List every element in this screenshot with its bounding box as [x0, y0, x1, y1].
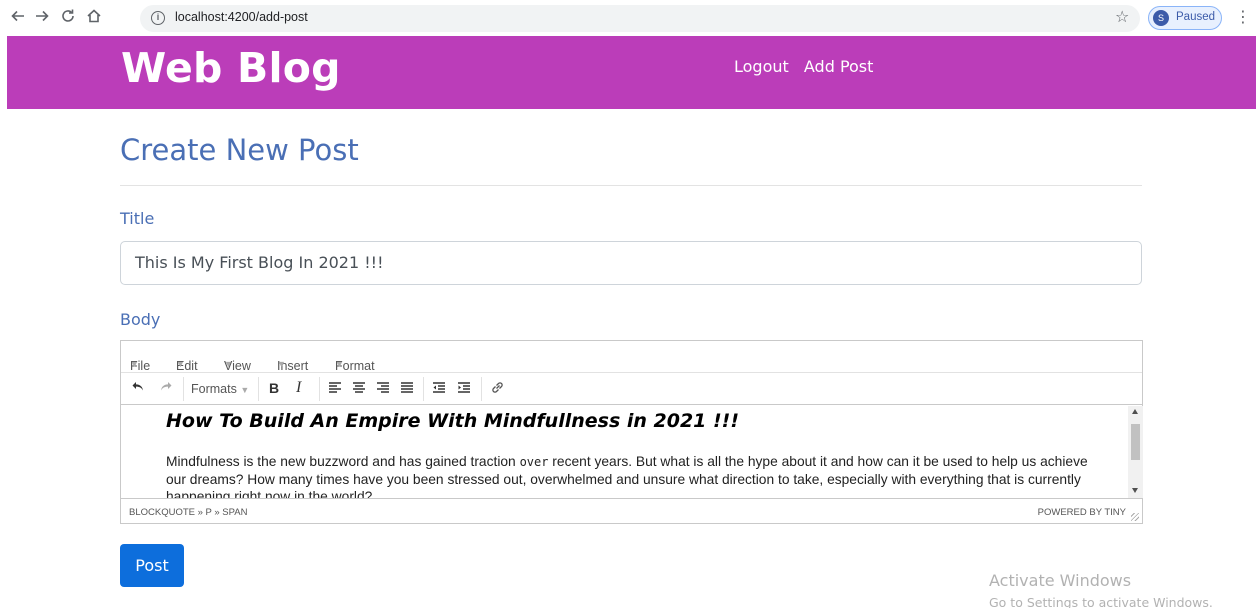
align-justify-icon[interactable] [400, 381, 414, 398]
post-button[interactable]: Post [120, 544, 184, 587]
outdent-icon[interactable] [432, 381, 446, 398]
rich-text-editor: File ▼ Edit ▼ View ▼ Insert ▼ Format ▼ F… [120, 340, 1143, 524]
toolbar-separator [183, 377, 184, 401]
formats-dropdown[interactable]: Formats ▼ [191, 382, 249, 396]
bold-icon[interactable]: B [269, 380, 279, 396]
editor-content[interactable]: How To Build An Empire With Mindfullness… [121, 406, 1128, 498]
title-input[interactable]: This Is My First Blog In 2021 !!! [120, 241, 1142, 285]
resize-handle-icon[interactable] [1131, 513, 1139, 521]
link-icon[interactable] [490, 380, 505, 398]
indent-icon[interactable] [457, 381, 471, 398]
info-icon[interactable]: i [151, 11, 165, 25]
element-path[interactable]: BLOCKQUOTE » P » SPAN [129, 507, 247, 518]
url-text[interactable]: localhost:4200/add-post [175, 10, 308, 24]
scroll-up-arrow-icon[interactable] [1132, 409, 1138, 414]
toolbar-separator [258, 377, 259, 401]
scroll-down-arrow-icon[interactable] [1132, 488, 1138, 493]
forward-arrow-icon[interactable] [32, 8, 52, 28]
body-label: Body [120, 310, 161, 329]
toolbar-separator [481, 377, 482, 401]
content-code: over [519, 455, 549, 469]
back-arrow-icon[interactable] [8, 8, 28, 28]
watermark-title: Activate Windows [989, 571, 1132, 590]
scroll-thumb[interactable] [1131, 424, 1140, 460]
align-right-icon[interactable] [376, 381, 390, 398]
avatar: S [1153, 10, 1169, 26]
add-post-link[interactable]: Add Post [804, 57, 874, 76]
editor-scrollbar[interactable] [1128, 406, 1143, 498]
profile-button[interactable]: S Paused [1148, 6, 1222, 30]
windows-activation-watermark: Activate Windows Go to Settings to activ… [989, 571, 1213, 608]
redo-icon[interactable] [159, 379, 173, 396]
title-label: Title [120, 209, 155, 228]
content-paragraph: Mindfulness is the new buzzword and has … [166, 454, 1088, 498]
toolbar-separator [319, 377, 320, 401]
address-bar[interactable]: i localhost:4200/add-post [140, 5, 1140, 32]
editor-statusbar: BLOCKQUOTE » P » SPAN POWERED BY TINY [121, 498, 1142, 524]
kebab-menu-icon[interactable]: ⋮ [1235, 7, 1251, 26]
browser-toolbar: i localhost:4200/add-post ☆ S Paused ⋮ [0, 0, 1256, 36]
powered-by-link[interactable]: POWERED BY TINY [1038, 507, 1126, 518]
brand-logo[interactable]: Web Blog [121, 44, 341, 92]
italic-icon[interactable]: I [296, 379, 301, 397]
align-left-icon[interactable] [328, 381, 342, 398]
nav-links: Logout Add Post [734, 57, 883, 76]
divider [120, 185, 1142, 186]
undo-icon[interactable] [131, 379, 145, 396]
watermark-subtitle: Go to Settings to activate Windows. [989, 595, 1213, 608]
home-icon[interactable] [84, 8, 104, 28]
star-icon[interactable]: ☆ [1115, 7, 1129, 26]
toolbar-separator [423, 377, 424, 401]
page-title: Create New Post [120, 133, 359, 167]
logout-link[interactable]: Logout [734, 57, 789, 76]
profile-status: Paused [1176, 11, 1216, 23]
align-center-icon[interactable] [352, 381, 366, 398]
editor-toolbar: Formats ▼ B I [121, 373, 1142, 405]
editor-menubar: File ▼ Edit ▼ View ▼ Insert ▼ Format ▼ [121, 341, 1142, 373]
navbar: Web Blog Logout Add Post [7, 36, 1256, 109]
reload-icon[interactable] [58, 8, 78, 28]
content-heading: How To Build An Empire With Mindfullness… [166, 410, 740, 432]
